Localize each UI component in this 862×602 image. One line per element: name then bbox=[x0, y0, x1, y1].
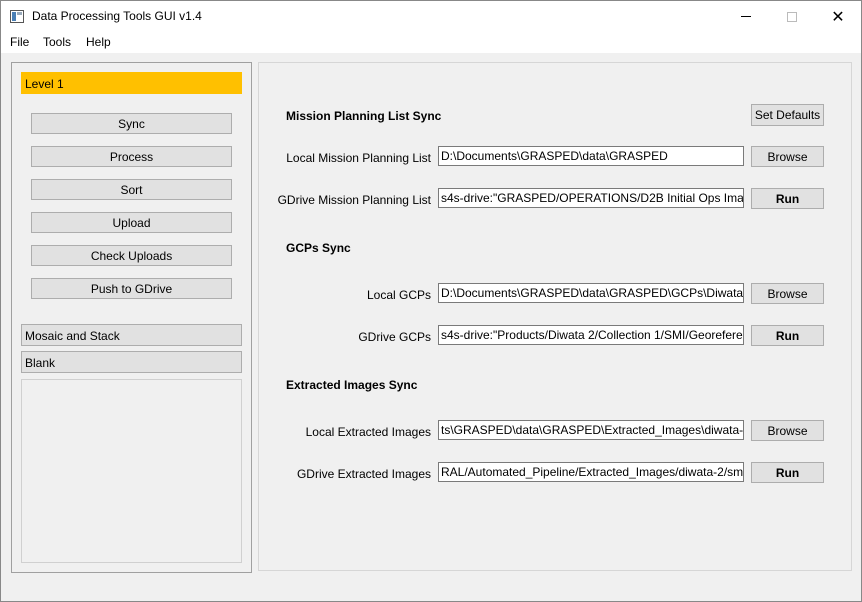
local-mission-planning-input[interactable]: D:\Documents\GRASPED\data\GRASPED bbox=[438, 146, 744, 166]
window-title: Data Processing Tools GUI v1.4 bbox=[32, 9, 202, 23]
menu-tools[interactable]: Tools bbox=[43, 35, 71, 49]
menu-help[interactable]: Help bbox=[86, 35, 111, 49]
title-bar[interactable]: Data Processing Tools GUI v1.4 ✕ bbox=[1, 1, 861, 32]
sync-button[interactable]: Sync bbox=[31, 113, 232, 134]
gcps-run-button[interactable]: Run bbox=[751, 325, 824, 346]
app-icon bbox=[10, 10, 24, 23]
main-window: Data Processing Tools GUI v1.4 ✕ File To… bbox=[0, 0, 862, 602]
gdrive-gcps-label: GDrive GCPs bbox=[358, 330, 431, 344]
close-icon: ✕ bbox=[831, 6, 845, 26]
gdrive-mission-planning-label: GDrive Mission Planning List bbox=[277, 193, 431, 207]
gcps-browse-button[interactable]: Browse bbox=[751, 283, 824, 304]
local-gcps-input[interactable]: D:\Documents\GRASPED\data\GRASPED\GCPs\D… bbox=[438, 283, 744, 303]
process-button[interactable]: Process bbox=[31, 146, 232, 167]
sort-button[interactable]: Sort bbox=[31, 179, 232, 200]
gdrive-extracted-images-input[interactable]: RAL/Automated_Pipeline/Extracted_Images/… bbox=[438, 462, 744, 482]
local-extracted-images-label: Local Extracted Images bbox=[305, 425, 431, 439]
mission-run-button[interactable]: Run bbox=[751, 188, 824, 209]
extracted-browse-button[interactable]: Browse bbox=[751, 420, 824, 441]
push-to-gdrive-button[interactable]: Push to GDrive bbox=[31, 278, 232, 299]
extracted-run-button[interactable]: Run bbox=[751, 462, 824, 483]
gdrive-mission-planning-input[interactable]: s4s-drive:"GRASPED/OPERATIONS/D2B Initia… bbox=[438, 188, 744, 208]
maximize-button[interactable] bbox=[769, 1, 815, 32]
set-defaults-button[interactable]: Set Defaults bbox=[751, 104, 824, 126]
mission-planning-sync-title: Mission Planning List Sync bbox=[286, 109, 442, 123]
blank-header[interactable]: Blank bbox=[21, 351, 242, 373]
menu-file[interactable]: File bbox=[10, 35, 29, 49]
minimize-button[interactable] bbox=[723, 1, 769, 32]
upload-button[interactable]: Upload bbox=[31, 212, 232, 233]
local-mission-planning-label: Local Mission Planning List bbox=[286, 151, 431, 165]
local-extracted-images-input[interactable]: ts\GRASPED\data\GRASPED\Extracted_Images… bbox=[438, 420, 744, 440]
sidebar-panel: Level 1 Sync Process Sort Upload Check U… bbox=[11, 62, 252, 573]
gdrive-gcps-input[interactable]: s4s-drive:"Products/Diwata 2/Collection … bbox=[438, 325, 744, 345]
gcps-sync-title: GCPs Sync bbox=[286, 241, 351, 255]
local-gcps-label: Local GCPs bbox=[366, 288, 431, 302]
blank-section-area bbox=[21, 379, 242, 563]
check-uploads-button[interactable]: Check Uploads bbox=[31, 245, 232, 266]
main-panel: Set Defaults Mission Planning List Sync … bbox=[258, 62, 852, 571]
mosaic-and-stack-header[interactable]: Mosaic and Stack bbox=[21, 324, 242, 346]
extracted-images-sync-title: Extracted Images Sync bbox=[286, 378, 418, 392]
level-1-header[interactable]: Level 1 bbox=[21, 72, 242, 94]
maximize-icon bbox=[787, 11, 797, 22]
mission-browse-button[interactable]: Browse bbox=[751, 146, 824, 167]
menu-bar: File Tools Help bbox=[1, 32, 861, 53]
minimize-icon bbox=[741, 16, 751, 17]
gdrive-extracted-images-label: GDrive Extracted Images bbox=[296, 467, 431, 481]
close-button[interactable]: ✕ bbox=[815, 1, 861, 32]
